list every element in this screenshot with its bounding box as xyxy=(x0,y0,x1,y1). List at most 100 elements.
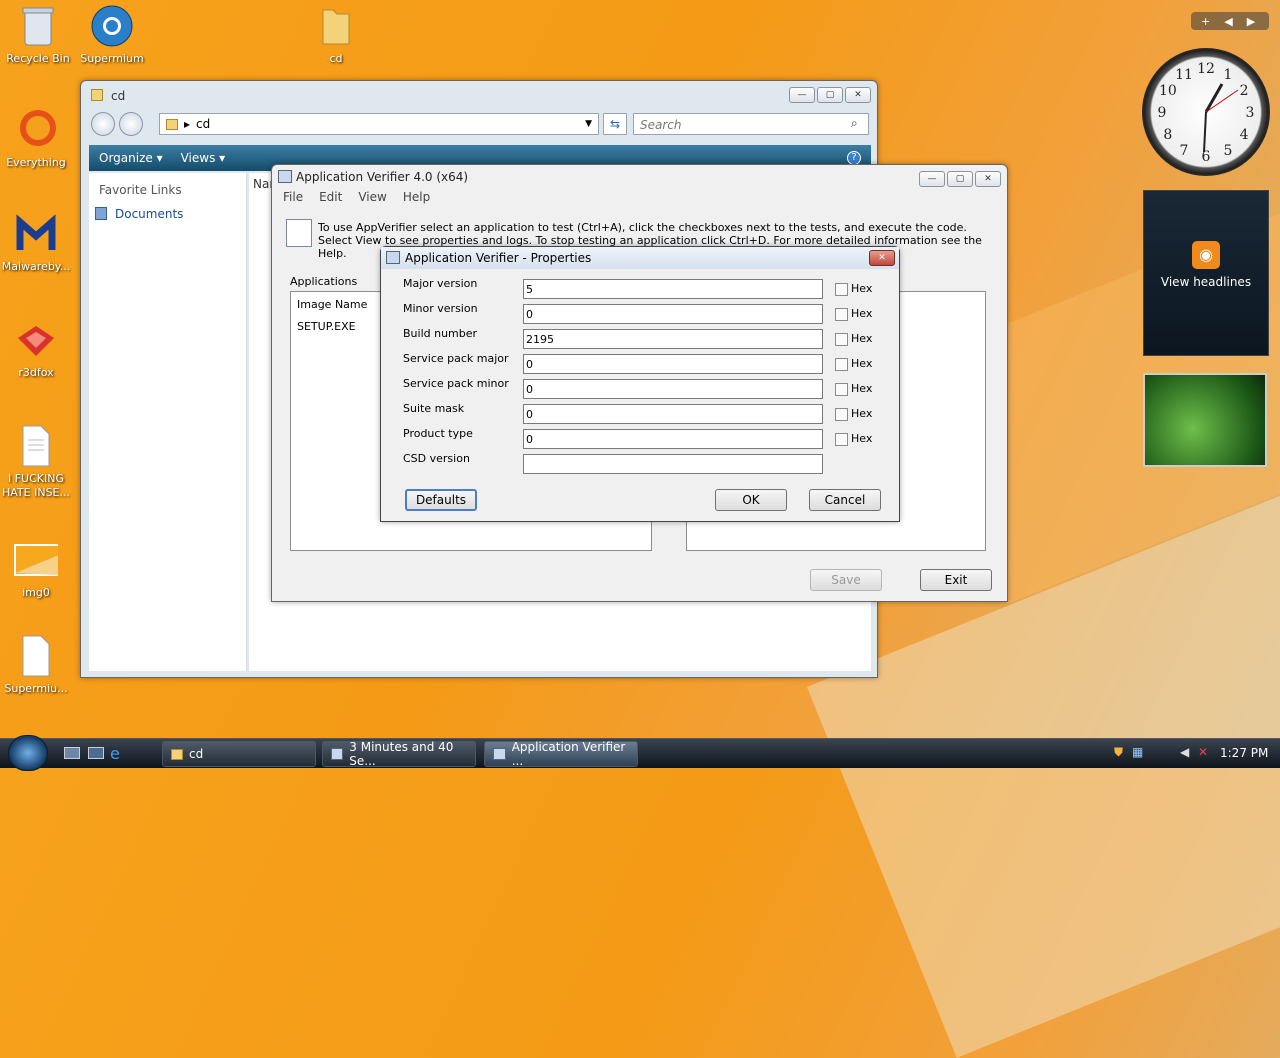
hex-checkbox[interactable] xyxy=(835,308,848,321)
feed-headlines-gadget[interactable]: ◉ View headlines xyxy=(1143,190,1269,356)
defaults-button[interactable]: Defaults xyxy=(405,489,477,511)
recycle-bin-icon xyxy=(16,4,60,48)
folder-icon xyxy=(91,89,103,101)
sidebar-item-documents[interactable]: Documents xyxy=(95,207,183,221)
hex-label: Hex xyxy=(851,282,873,295)
hex-label: Hex xyxy=(851,407,873,420)
volume-icon[interactable]: ◀ xyxy=(1180,745,1189,759)
views-button[interactable]: Views ▾ xyxy=(181,151,226,165)
property-label: Major version xyxy=(403,277,478,290)
breadcrumb-arrow-icon: ▸ xyxy=(184,117,191,131)
menu-help[interactable]: Help xyxy=(403,190,430,204)
ok-button[interactable]: OK xyxy=(715,489,787,511)
taskbar-clock[interactable]: 1:27 PM xyxy=(1220,746,1268,760)
clock-number: 11 xyxy=(1175,67,1193,83)
start-button[interactable] xyxy=(8,735,48,771)
menu-edit[interactable]: Edit xyxy=(319,190,342,204)
property-input[interactable]: 0 xyxy=(523,304,823,324)
property-input[interactable]: 0 xyxy=(523,404,823,424)
desktop-icon-supermium-file[interactable]: Supermiu... xyxy=(0,634,76,696)
back-button[interactable] xyxy=(91,112,115,136)
hex-label: Hex xyxy=(851,382,873,395)
property-label: Build number xyxy=(403,327,478,340)
property-input[interactable]: 5 xyxy=(523,279,823,299)
hex-checkbox[interactable] xyxy=(835,283,848,296)
next-icon[interactable]: ▶ xyxy=(1247,15,1255,28)
power-icon[interactable]: ✕ xyxy=(1198,745,1208,759)
documents-icon xyxy=(95,207,107,220)
close-button[interactable]: ✕ xyxy=(845,87,871,103)
property-row: Service pack major 0 Hex xyxy=(403,352,883,374)
close-button[interactable]: ✕ xyxy=(975,171,1001,187)
clock-gadget[interactable]: 12 1 2 3 4 5 6 7 8 9 10 11 xyxy=(1142,48,1270,176)
chevron-down-icon[interactable]: ▼ xyxy=(585,119,592,129)
address-bar[interactable]: ▸ cd ▼ xyxy=(159,113,599,135)
hex-checkbox[interactable] xyxy=(835,408,848,421)
desktop-icon-recycle-bin[interactable]: Recycle Bin xyxy=(0,4,78,66)
minimize-button[interactable]: — xyxy=(919,171,945,187)
add-gadget-button[interactable]: + xyxy=(1201,15,1210,28)
show-desktop-icon[interactable] xyxy=(64,747,80,759)
taskbar-item-cd[interactable]: cd xyxy=(162,741,316,767)
navigation-pane: Favorite Links Documents xyxy=(89,173,247,671)
hex-checkbox[interactable] xyxy=(835,433,848,446)
forward-button[interactable] xyxy=(119,112,143,136)
hex-checkbox[interactable] xyxy=(835,383,848,396)
appverifier-icon xyxy=(493,748,506,760)
cancel-button[interactable]: Cancel xyxy=(809,489,881,511)
desktop-icon-label: Malwareby... xyxy=(1,260,71,273)
taskbar-item-minutes[interactable]: 3 Minutes and 40 Se... xyxy=(322,740,476,768)
desktop-icon-supermium[interactable]: Supermium xyxy=(72,4,152,66)
property-input[interactable]: 0 xyxy=(523,429,823,449)
dialog-title: Application Verifier - Properties xyxy=(405,251,592,265)
menu-file[interactable]: File xyxy=(283,190,303,204)
property-row: Minor version 0 Hex xyxy=(403,302,883,324)
previous-icon[interactable]: ◀ xyxy=(1224,15,1232,28)
appverifier-title: Application Verifier 4.0 (x64) xyxy=(296,170,469,184)
breadcrumb[interactable]: cd xyxy=(196,117,210,131)
table-row[interactable]: SETUP.EXE xyxy=(297,320,356,333)
hex-checkbox[interactable] xyxy=(835,358,848,371)
browser-icon[interactable]: e xyxy=(110,744,120,763)
desktop-icon-label: cd xyxy=(329,52,343,65)
r3dfox-icon xyxy=(14,318,58,362)
slideshow-gadget[interactable] xyxy=(1143,373,1267,467)
maximize-button[interactable]: ▢ xyxy=(947,171,973,187)
desktop-icon-text-file[interactable]: I FUCKING HATE INSE... xyxy=(0,424,76,500)
property-input[interactable] xyxy=(523,454,823,474)
view-headlines-label: View headlines xyxy=(1160,275,1252,289)
property-input[interactable]: 0 xyxy=(523,354,823,374)
property-input[interactable]: 2195 xyxy=(523,329,823,349)
switch-windows-icon[interactable] xyxy=(88,747,104,759)
search-input[interactable]: Search xyxy=(633,113,869,135)
property-label: Suite mask xyxy=(403,402,465,415)
maximize-button[interactable]: ▢ xyxy=(817,87,843,103)
organize-button[interactable]: Organize ▾ xyxy=(99,151,163,165)
exit-button[interactable]: Exit xyxy=(920,569,992,591)
desktop-icon-r3dfox[interactable]: r3dfox xyxy=(0,318,76,380)
property-input[interactable]: 0 xyxy=(523,379,823,399)
taskbar-item-appverifier[interactable]: Application Verifier ... xyxy=(484,740,638,768)
network-icon[interactable]: ▦ xyxy=(1132,745,1143,759)
help-icon[interactable]: ? xyxy=(847,151,861,165)
desktop-icon-malwarebytes[interactable]: Malwareby... xyxy=(0,212,76,274)
desktop-icon-everything[interactable]: Everything xyxy=(0,108,76,170)
refresh-button[interactable]: ⇆ xyxy=(603,113,627,135)
menu-view[interactable]: View xyxy=(358,190,386,204)
folder-icon xyxy=(171,748,183,760)
minimize-button[interactable]: — xyxy=(789,87,815,103)
hex-checkbox[interactable] xyxy=(835,333,848,346)
file-icon xyxy=(14,634,58,678)
save-button[interactable]: Save xyxy=(810,569,882,591)
desktop-icon-label: Supermium xyxy=(80,52,144,65)
desktop-icon-img0[interactable]: img0 xyxy=(0,538,76,600)
column-header-image-name[interactable]: Image Name xyxy=(297,298,367,311)
desktop-icon-cd[interactable]: cd xyxy=(296,4,376,66)
dialog-title-bar: Application Verifier - Properties ✕ xyxy=(381,247,899,269)
security-icon[interactable]: ⛊ xyxy=(1114,745,1123,760)
clock-number: 8 xyxy=(1163,127,1172,143)
folder-icon xyxy=(314,4,358,48)
explorer-title: cd xyxy=(111,89,126,103)
property-label: Product type xyxy=(403,427,473,440)
close-button[interactable]: ✕ xyxy=(869,250,895,266)
